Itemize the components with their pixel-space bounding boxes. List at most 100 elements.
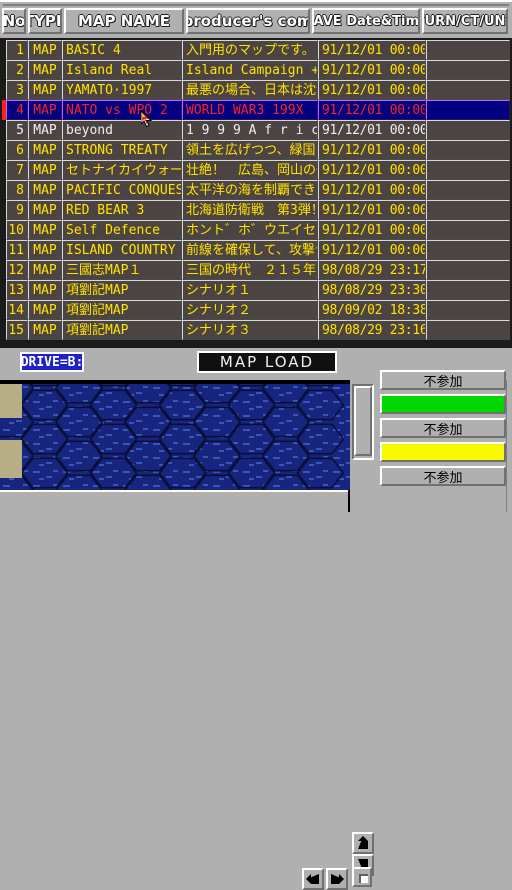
cell-no: 1 bbox=[6, 40, 28, 60]
cell-no: 10 bbox=[6, 220, 28, 240]
cell-comment: 最悪の場合、日本は沈没する。 bbox=[182, 80, 318, 100]
table-row[interactable]: 3MAPYAMATO·1997最悪の場合、日本は沈没する。91/12/01 00… bbox=[2, 80, 510, 100]
cell-comment: シナリオ２ bbox=[182, 300, 318, 320]
column-header-no[interactable]: No bbox=[2, 8, 26, 34]
table-row[interactable]: 11MAPISLAND COUNTRY前線を確保して、攻撃せよ！91/12/01… bbox=[2, 240, 510, 260]
map-scroll-left-button[interactable] bbox=[302, 868, 324, 890]
player-slot-button[interactable]: 不参加 bbox=[380, 466, 506, 486]
table-row[interactable]: 14 MAP 項劉記MAP シナリオ２ 98/09/02 18:38 bbox=[2, 300, 510, 320]
cell-no: 9 bbox=[6, 200, 28, 220]
cell-save-datetime: 91/12/01 00:00 bbox=[318, 240, 426, 260]
cell-map-name: beyond bbox=[62, 120, 182, 140]
column-header-save-datetime[interactable]: SAVE Date&Time bbox=[312, 8, 420, 34]
map-preview[interactable] bbox=[0, 384, 350, 490]
cell-save-datetime: 98/08/29 23:16 bbox=[318, 320, 426, 340]
cell-no: 2 bbox=[6, 60, 28, 80]
cell-comment: 太平洋の海を制覇できるか！ bbox=[182, 180, 318, 200]
cell-map-name: Self Defence bbox=[62, 220, 182, 240]
cell-save-datetime: 91/12/01 00:00 bbox=[318, 60, 426, 80]
hex-grid bbox=[0, 384, 350, 490]
cell-turn bbox=[426, 160, 510, 180]
cell-type: MAP bbox=[28, 100, 62, 120]
table-row[interactable]: 6MAPSTRONG TREATY領土を広げつつ、緑国を守れ。91/12/01 … bbox=[2, 140, 510, 160]
cell-type: MAP bbox=[28, 40, 62, 60]
table-row[interactable]: 1 MAP BASIC 4 入門用のマップです。 91/12/01 00:00 bbox=[2, 40, 510, 60]
table-row[interactable]: 8MAPPACIFIC CONQUEST太平洋の海を制覇できるか！91/12/0… bbox=[2, 180, 510, 200]
cell-type: MAP bbox=[28, 300, 62, 320]
cell-no: 12 bbox=[6, 260, 28, 280]
cell-turn bbox=[426, 60, 510, 80]
player-slot-button[interactable] bbox=[380, 442, 506, 462]
cell-turn bbox=[426, 140, 510, 160]
map-vscroll-thumb[interactable] bbox=[354, 386, 372, 456]
column-header-turn-ct-unt[interactable]: TURN/CT/UNT bbox=[422, 8, 508, 34]
cell-comment: シナリオ３ bbox=[182, 320, 318, 340]
cell-turn bbox=[426, 260, 510, 280]
column-header-type[interactable]: TYPE bbox=[28, 8, 62, 34]
cell-type: MAP bbox=[28, 160, 62, 180]
table-row[interactable]: 9 MAP RED BEAR 3 北海道防衛戦 第3弾！ 91/12/01 00:00 bbox=[2, 200, 510, 220]
cell-type: MAP bbox=[28, 280, 62, 300]
cell-save-datetime: 91/12/01 00:00 bbox=[318, 120, 426, 140]
cell-no: 8 bbox=[6, 180, 28, 200]
cell-no: 15 bbox=[6, 320, 28, 340]
cell-save-datetime: 91/12/01 00:00 bbox=[318, 180, 426, 200]
map-scroll-up-button[interactable] bbox=[352, 832, 374, 854]
player-slot-button[interactable]: 不参加 bbox=[380, 418, 506, 438]
cell-no: 5 bbox=[6, 120, 28, 140]
cell-comment: 領土を広げつつ、緑国を守れ。 bbox=[182, 140, 318, 160]
resize-grip-button[interactable] bbox=[352, 867, 372, 887]
table-row[interactable]: 2MAPIsland RealIsland Campaign ++ (Real)… bbox=[2, 60, 510, 80]
column-header-comment[interactable]: MAP producer's comment bbox=[186, 8, 310, 34]
player-slot-panel: 不参加 不参加 不参加 bbox=[376, 370, 512, 512]
table-row[interactable]: 12 MAP 三國志MAP１ 三国の時代 ２１５年 98/08/29 23:17 bbox=[2, 260, 510, 280]
player-slot-button[interactable]: 不参加 bbox=[380, 370, 506, 390]
cell-map-name: BASIC 4 bbox=[62, 40, 182, 60]
cell-map-name: Island Real bbox=[62, 60, 182, 80]
map-load-title: MAP LOAD bbox=[197, 351, 337, 373]
cell-comment: 入門用のマップです。 bbox=[182, 40, 318, 60]
cell-comment: 北海道防衛戦 第3弾！ bbox=[182, 200, 318, 220]
cell-turn bbox=[426, 40, 510, 60]
drive-button[interactable]: DRIVE=B: bbox=[20, 352, 84, 372]
table-row[interactable]: 13 MAP 項劉記MAP シナリオ１ 98/08/29 23:30 bbox=[2, 280, 510, 300]
cell-comment: WORLD WAR3 199X bbox=[182, 100, 318, 120]
cell-save-datetime: 91/12/01 00:00 bbox=[318, 100, 426, 120]
cell-save-datetime: 91/12/01 00:00 bbox=[318, 200, 426, 220]
map-hscroll-track[interactable] bbox=[0, 490, 348, 512]
cell-map-name: ISLAND COUNTRY bbox=[62, 240, 182, 260]
panel-scroll-track[interactable] bbox=[506, 380, 512, 512]
cell-comment: ホント゛ホ゛ウエイセン S·D·F vs U·S·S·R bbox=[182, 220, 318, 240]
cell-map-name: セトナイカイウォーズ゛ 1989 bbox=[62, 160, 182, 180]
cell-type: MAP bbox=[28, 120, 62, 140]
cell-map-name: 項劉記MAP bbox=[62, 300, 182, 320]
cell-turn bbox=[426, 240, 510, 260]
cell-no: 11 bbox=[6, 240, 28, 260]
table-row[interactable]: 10MAPSelf Defenceホント゛ホ゛ウエイセン S·D·F vs U·… bbox=[2, 220, 510, 240]
cell-map-name: 項劉記MAP bbox=[62, 280, 182, 300]
column-header-map-name[interactable]: MAP NAME bbox=[64, 8, 184, 34]
table-row[interactable]: 15 MAP 項劉記MAP シナリオ３ 98/08/29 23:16 bbox=[2, 320, 510, 340]
cell-type: MAP bbox=[28, 240, 62, 260]
cell-no: 4 bbox=[6, 100, 28, 120]
cell-no: 3 bbox=[6, 80, 28, 100]
cell-save-datetime: 91/12/01 00:00 bbox=[318, 80, 426, 100]
cell-comment: 1 9 9 9 A f r i c a bbox=[182, 120, 318, 140]
cell-type: MAP bbox=[28, 320, 62, 340]
land-tile bbox=[0, 440, 22, 478]
cell-turn bbox=[426, 200, 510, 220]
cell-save-datetime: 91/12/01 00:00 bbox=[318, 140, 426, 160]
cell-type: MAP bbox=[28, 220, 62, 240]
list-header: No TYPE MAP NAME MAP producer's comment … bbox=[0, 8, 512, 36]
map-scroll-right-button[interactable] bbox=[326, 868, 348, 890]
table-row[interactable]: 7MAPセトナイカイウォーズ゛ 1989壮絶！ 広島、岡山の争奪戦。91/12/… bbox=[2, 160, 510, 180]
window-top-frame bbox=[0, 0, 512, 8]
cell-no: 13 bbox=[6, 280, 28, 300]
cell-comment: 前線を確保して、攻撃せよ！ bbox=[182, 240, 318, 260]
cell-turn bbox=[426, 280, 510, 300]
player-slot-button[interactable] bbox=[380, 394, 506, 414]
table-row[interactable]: 5MAPbeyond1 9 9 9 A f r i c a91/12/01 00… bbox=[2, 120, 510, 140]
land-tile bbox=[0, 384, 22, 418]
map-list[interactable]: 1 MAP BASIC 4 入門用のマップです。 91/12/01 00:00 2 MAP I… bbox=[0, 38, 512, 348]
table-row[interactable]: 4 MAP NATO vs WPO 2 WORLD WAR3 199X 91/12/01… bbox=[2, 100, 510, 120]
